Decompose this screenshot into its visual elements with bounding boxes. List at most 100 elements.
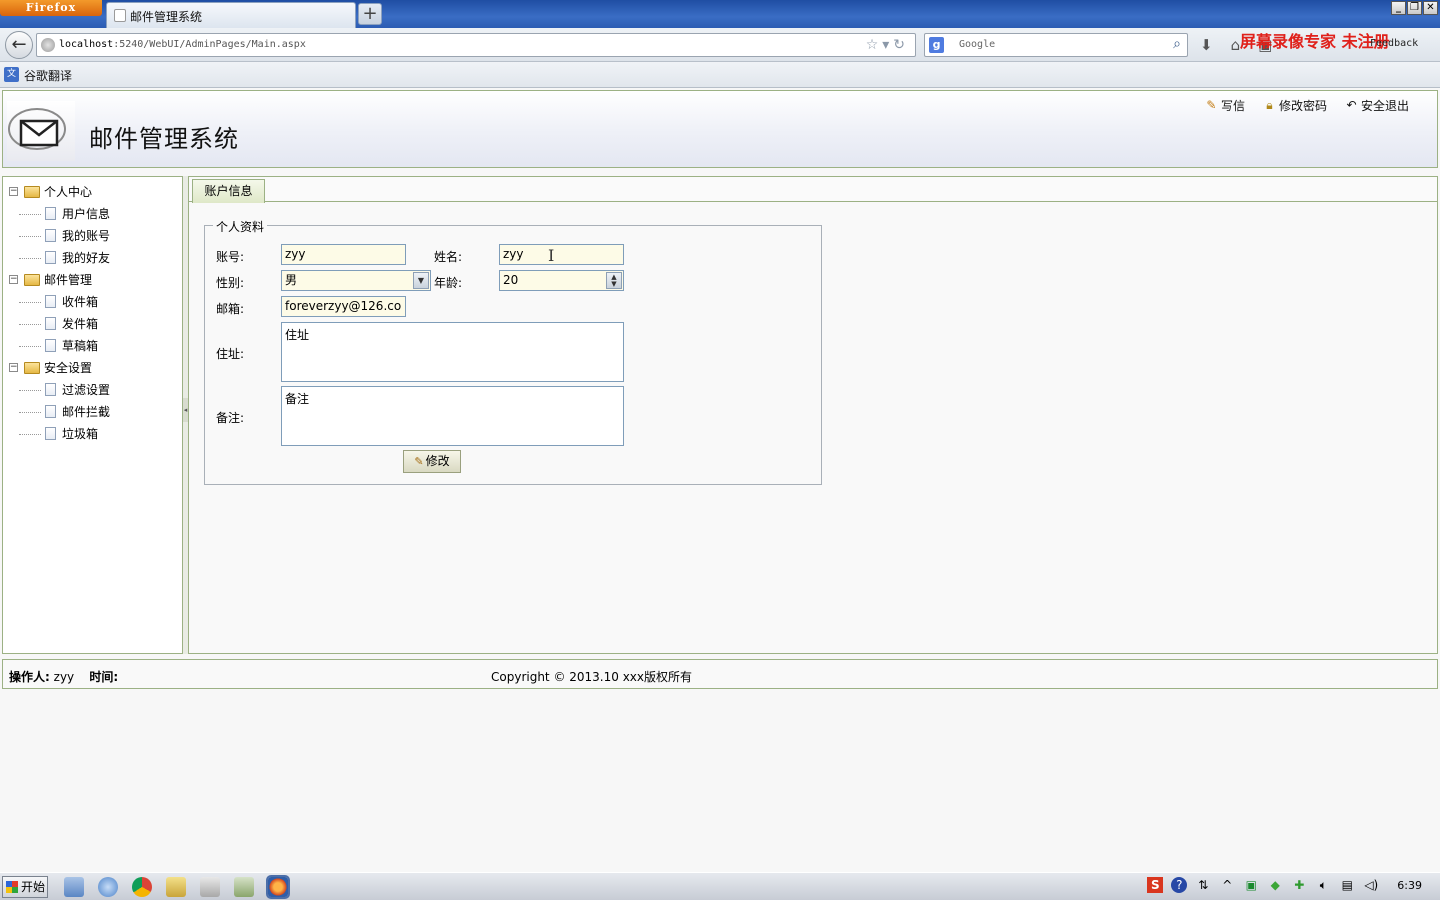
collapse-icon[interactable]: − [9, 187, 18, 196]
page-icon [45, 405, 56, 418]
main-panel: 账户信息 个人资料 账号: zyy 姓名: zyy 性别: 男 ▼ 年龄: 20… [189, 176, 1438, 654]
network-icon[interactable]: ⇅ [1195, 877, 1211, 893]
translate-icon[interactable]: 文 [4, 67, 19, 82]
text-cursor-icon: I [548, 246, 555, 265]
monitor-icon[interactable]: ▣ [1243, 877, 1259, 893]
firefox-icon[interactable] [266, 875, 290, 899]
google-icon[interactable]: g [929, 37, 944, 53]
header-links: ✎ 写信 🔒︎ 修改密码 ↶ 安全退出 [1205, 97, 1409, 114]
url-text[interactable]: localhost:5240/WebUI/AdminPages/Main.asp… [59, 39, 306, 50]
status-footer: 操作人: zyy 时间: Copyright © 2013.10 xxx版权所有 [2, 659, 1438, 689]
address-textarea[interactable]: 住址 [281, 322, 624, 382]
page-icon [45, 207, 56, 220]
email-input[interactable]: foreverzyy@126.co [281, 296, 406, 317]
change-password-label: 修改密码 [1278, 99, 1327, 113]
collapse-icon[interactable]: − [9, 363, 18, 372]
recorder-watermark: 屏幕录像专家 未注册 [1240, 32, 1390, 51]
age-label: 年龄: [434, 276, 463, 290]
pencil-icon: ✎ [1206, 98, 1217, 112]
age-stepper[interactable]: 20 ▲ ▼ [499, 270, 624, 291]
fieldset-legend: 个人资料 [213, 218, 268, 235]
tab-account-info[interactable]: 账户信息 [192, 179, 265, 203]
feedback-button[interactable]: Feedback [1370, 38, 1418, 49]
tree-group-label: 安全设置 [44, 361, 93, 375]
search-bar[interactable]: g Google ⌕ [924, 33, 1188, 57]
page-icon [45, 229, 56, 242]
page-icon [45, 295, 56, 308]
name-input[interactable]: zyy [499, 244, 624, 265]
tree-item-label: 垃圾箱 [62, 427, 99, 441]
tab-title: 邮件管理系统 [130, 10, 203, 24]
name-label: 姓名: [434, 250, 463, 264]
system-tray: S ? ⇅ ^ ▣ ◆ ✚ 🔈︎ ▤ ◁) 6:39 [1147, 877, 1434, 893]
device-icon[interactable]: ▤ [1339, 877, 1355, 893]
tree-item-label: 邮件拦截 [62, 405, 111, 419]
chrome-icon[interactable] [132, 877, 152, 897]
shield-icon[interactable]: ✚ [1291, 877, 1307, 893]
browser-tab[interactable]: 邮件管理系统 [106, 2, 356, 28]
sidebar: − 个人中心 用户信息 我的账号 我的好友 − 邮件管理 收件箱 发件箱 草稿箱… [2, 176, 183, 654]
logout-link[interactable]: ↶ 安全退出 [1345, 97, 1409, 114]
nvidia-icon[interactable]: ◆ [1267, 877, 1283, 893]
remark-textarea[interactable]: 备注 [281, 386, 624, 446]
mail-logo-icon [7, 101, 75, 161]
help-icon[interactable]: ? [1171, 877, 1188, 893]
app-container: 邮件管理系统 ✎ 写信 🔒︎ 修改密码 ↶ 安全退出 − 个人中心 用户信息 我… [0, 88, 1440, 872]
ie-icon[interactable] [98, 877, 118, 897]
chevron-up-icon[interactable]: ^ [1219, 877, 1235, 893]
chevron-down-icon[interactable]: ▼ [413, 272, 429, 289]
globe-icon [41, 38, 55, 52]
clock[interactable]: 6:39 [1397, 879, 1422, 892]
page-icon [114, 9, 126, 22]
search-input[interactable]: Google [959, 39, 995, 50]
close-icon[interactable]: ✕ [1423, 1, 1438, 15]
collapse-left-icon[interactable]: ◂ [183, 398, 188, 422]
copyright: Copyright © 2013.10 xxx版权所有 [491, 670, 693, 684]
age-value: 20 [503, 273, 519, 287]
account-label: 账号: [216, 250, 245, 264]
folder-open-icon [24, 274, 40, 286]
sogou-icon[interactable]: S [1147, 877, 1164, 893]
app-icon[interactable] [200, 877, 220, 897]
windows-logo-icon [6, 881, 18, 893]
time-label: 时间: [89, 670, 119, 684]
new-tab-button[interactable]: + [358, 3, 382, 25]
modify-label: 修改 [425, 454, 450, 468]
start-label: 开始 [21, 880, 46, 894]
browser-titlebar: Firefox 邮件管理系统 + _ ❐ ✕ [0, 0, 1440, 28]
url-bar[interactable]: localhost:5240/WebUI/AdminPages/Main.asp… [36, 33, 916, 57]
operator-info: 操作人: zyy 时间: [9, 668, 118, 685]
exit-icon: ↶ [1346, 98, 1357, 112]
folder-icon[interactable] [166, 877, 186, 897]
tools-icon[interactable] [234, 877, 254, 897]
tree-group-label: 个人中心 [44, 185, 93, 199]
profile-fieldset: 个人资料 账号: zyy 姓名: zyy 性别: 男 ▼ 年龄: 20 ▲ ▼ 邮… [204, 218, 822, 485]
account-input[interactable]: zyy [281, 244, 406, 265]
minimize-icon[interactable]: _ [1391, 1, 1406, 15]
spinner-icon[interactable]: ▲ ▼ [606, 272, 622, 289]
change-password-link[interactable]: 🔒︎ 修改密码 [1263, 97, 1327, 114]
bookmark-google-translate[interactable]: 谷歌翻译 [24, 67, 72, 84]
search-icon[interactable]: ⌕ [1173, 36, 1181, 52]
doc-app-icon[interactable] [64, 877, 84, 897]
tree-group-label: 邮件管理 [44, 273, 93, 287]
volume-icon[interactable]: 🔈︎ [1315, 877, 1331, 893]
back-arrow-icon[interactable]: ← [5, 31, 33, 59]
page-icon [45, 251, 56, 264]
tree-item-label: 用户信息 [62, 207, 111, 221]
tree-item-label: 草稿箱 [62, 339, 99, 353]
compose-label: 写信 [1220, 99, 1245, 113]
firefox-menu-button[interactable]: Firefox [0, 0, 102, 16]
compose-link[interactable]: ✎ 写信 [1205, 97, 1245, 114]
gender-select[interactable]: 男 ▼ [281, 270, 431, 291]
collapse-icon[interactable]: − [9, 275, 18, 284]
bookmark-star-icon[interactable]: ☆▾↻ [866, 37, 909, 53]
tree-item-label: 我的账号 [62, 229, 111, 243]
email-label: 邮箱: [216, 302, 245, 316]
speaker-icon[interactable]: ◁) [1363, 877, 1379, 893]
restore-icon[interactable]: ❐ [1407, 1, 1422, 15]
modify-button[interactable]: ✎ 修改 [403, 450, 461, 473]
app-title: 邮件管理系统 [89, 125, 239, 153]
tree-item-label: 收件箱 [62, 295, 99, 309]
start-button[interactable]: 开始 [2, 876, 48, 898]
